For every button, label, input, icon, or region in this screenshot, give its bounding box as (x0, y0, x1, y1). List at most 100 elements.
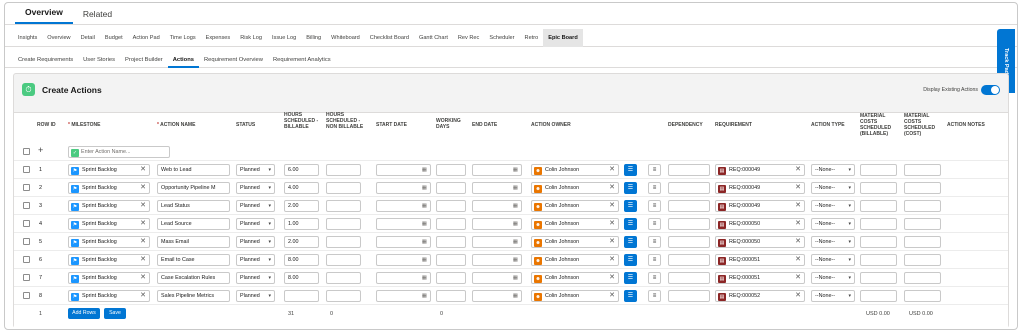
milestone-lookup[interactable]: ⚑ Sprint Backlog ✕ (68, 182, 150, 194)
milestone-lookup[interactable]: ⚑ Sprint Backlog ✕ (68, 164, 150, 176)
assign-resources-icon[interactable]: ☰ (624, 272, 637, 284)
hours-non-billable-input[interactable] (326, 254, 361, 266)
material-cost-input[interactable] (904, 236, 941, 248)
hours-non-billable-input[interactable] (326, 236, 361, 248)
action-name-input[interactable]: Email to Case (157, 254, 230, 266)
hours-non-billable-input[interactable] (326, 290, 361, 302)
action-owner-lookup[interactable]: ☻ Colin Johnson ✕ (531, 272, 619, 284)
tab-whiteboard[interactable]: Whiteboard (326, 29, 365, 47)
subtab-requirement-overview[interactable]: Requirement Overview (199, 52, 268, 68)
clear-requirement-icon[interactable]: ✕ (795, 273, 801, 283)
clear-milestone-icon[interactable]: ✕ (140, 273, 146, 283)
action-owner-lookup[interactable]: ☻ Colin Johnson ✕ (531, 290, 619, 302)
subtab-requirement-analytics[interactable]: Requirement Analytics (268, 52, 336, 68)
status-select[interactable]: Planned ▾ (236, 236, 275, 248)
clear-requirement-icon[interactable]: ✕ (795, 183, 801, 193)
tab-action-pad[interactable]: Action Pad (128, 29, 165, 47)
clear-milestone-icon[interactable]: ✕ (140, 237, 146, 247)
clear-milestone-icon[interactable]: ✕ (140, 183, 146, 193)
end-date-input[interactable]: ▦ (472, 164, 522, 176)
working-days-input[interactable] (436, 236, 466, 248)
action-type-select[interactable]: --None-- ▾ (811, 164, 855, 176)
hours-billable-input[interactable] (284, 290, 319, 302)
checklist-icon[interactable]: ≡ (648, 164, 661, 176)
add-rows-button[interactable]: Add Rows (68, 308, 100, 319)
milestone-lookup[interactable]: ⚑ Sprint Backlog ✕ (68, 218, 150, 230)
clear-requirement-icon[interactable]: ✕ (795, 237, 801, 247)
tab-detail[interactable]: Detail (76, 29, 100, 47)
dependency-input[interactable] (668, 290, 710, 302)
tab-insights[interactable]: Insights (13, 29, 42, 47)
milestone-lookup[interactable]: ⚑ Sprint Backlog ✕ (68, 272, 150, 284)
assign-resources-icon[interactable]: ☰ (624, 236, 637, 248)
calendar-icon[interactable]: ▦ (513, 273, 518, 283)
clear-owner-icon[interactable]: ✕ (609, 219, 615, 229)
clear-requirement-icon[interactable]: ✕ (795, 201, 801, 211)
assign-resources-icon[interactable]: ☰ (624, 290, 637, 302)
clear-requirement-icon[interactable]: ✕ (795, 255, 801, 265)
row-checkbox[interactable] (23, 274, 30, 281)
material-billable-input[interactable] (860, 218, 897, 230)
tab-epic-board[interactable]: Epic Board (543, 28, 583, 47)
action-type-select[interactable]: --None-- ▾ (811, 200, 855, 212)
end-date-input[interactable]: ▦ (472, 236, 522, 248)
checklist-icon[interactable]: ≡ (648, 272, 661, 284)
material-cost-input[interactable] (904, 164, 941, 176)
action-name-input[interactable]: Opportunity Pipeline M (157, 182, 230, 194)
action-owner-lookup[interactable]: ☻ Colin Johnson ✕ (531, 164, 619, 176)
checklist-icon[interactable]: ≡ (648, 236, 661, 248)
dependency-input[interactable] (668, 164, 710, 176)
assign-resources-icon[interactable]: ☰ (624, 218, 637, 230)
row-checkbox[interactable] (23, 220, 30, 227)
tab-retro[interactable]: Retro (520, 29, 544, 47)
dependency-input[interactable] (668, 254, 710, 266)
material-billable-input[interactable] (860, 272, 897, 284)
start-date-input[interactable]: ▦ (376, 272, 431, 284)
calendar-icon[interactable]: ▦ (513, 219, 518, 229)
calendar-icon[interactable]: ▦ (422, 255, 427, 265)
dependency-input[interactable] (668, 272, 710, 284)
start-date-input[interactable]: ▦ (376, 290, 431, 302)
calendar-icon[interactable]: ▦ (422, 165, 427, 175)
tab-overview[interactable]: Overview (42, 29, 75, 47)
working-days-input[interactable] (436, 254, 466, 266)
calendar-icon[interactable]: ▦ (513, 291, 518, 301)
material-billable-input[interactable] (860, 164, 897, 176)
calendar-icon[interactable]: ▦ (422, 183, 427, 193)
end-date-input[interactable]: ▦ (472, 218, 522, 230)
subtab-actions[interactable]: Actions (167, 52, 199, 68)
action-name-input[interactable]: ✓ Enter Action Name... (68, 146, 170, 158)
clear-owner-icon[interactable]: ✕ (609, 273, 615, 283)
subtab-create-requirements[interactable]: Create Requirements (13, 52, 78, 68)
end-date-input[interactable]: ▦ (472, 290, 522, 302)
action-owner-lookup[interactable]: ☻ Colin Johnson ✕ (531, 236, 619, 248)
dependency-input[interactable] (668, 182, 710, 194)
action-name-input[interactable]: Sales Pipeline Metrics (157, 290, 230, 302)
hours-non-billable-input[interactable] (326, 182, 361, 194)
material-billable-input[interactable] (860, 254, 897, 266)
assign-resources-icon[interactable]: ☰ (624, 164, 637, 176)
tab-time-logs[interactable]: Time Logs (165, 29, 201, 47)
material-cost-input[interactable] (904, 218, 941, 230)
action-type-select[interactable]: --None-- ▾ (811, 290, 855, 302)
action-type-select[interactable]: --None-- ▾ (811, 218, 855, 230)
action-name-input[interactable]: Lead Source (157, 218, 230, 230)
start-date-input[interactable]: ▦ (376, 200, 431, 212)
working-days-input[interactable] (436, 290, 466, 302)
working-days-input[interactable] (436, 272, 466, 284)
status-select[interactable]: Planned ▾ (236, 272, 275, 284)
milestone-lookup[interactable]: ⚑ Sprint Backlog ✕ (68, 254, 150, 266)
assign-resources-icon[interactable]: ☰ (624, 254, 637, 266)
material-billable-input[interactable] (860, 182, 897, 194)
requirement-lookup[interactable]: ▤ REQ:000050 ✕ (715, 218, 805, 230)
clear-milestone-icon[interactable]: ✕ (140, 255, 146, 265)
clear-milestone-icon[interactable]: ✕ (140, 165, 146, 175)
material-cost-input[interactable] (904, 182, 941, 194)
assign-resources-icon[interactable]: ☰ (624, 182, 637, 194)
working-days-input[interactable] (436, 218, 466, 230)
checklist-icon[interactable]: ≡ (648, 254, 661, 266)
tab-expenses[interactable]: Expenses (201, 29, 236, 47)
action-name-input[interactable]: Lead Status (157, 200, 230, 212)
clear-owner-icon[interactable]: ✕ (609, 291, 615, 301)
hours-non-billable-input[interactable] (326, 218, 361, 230)
